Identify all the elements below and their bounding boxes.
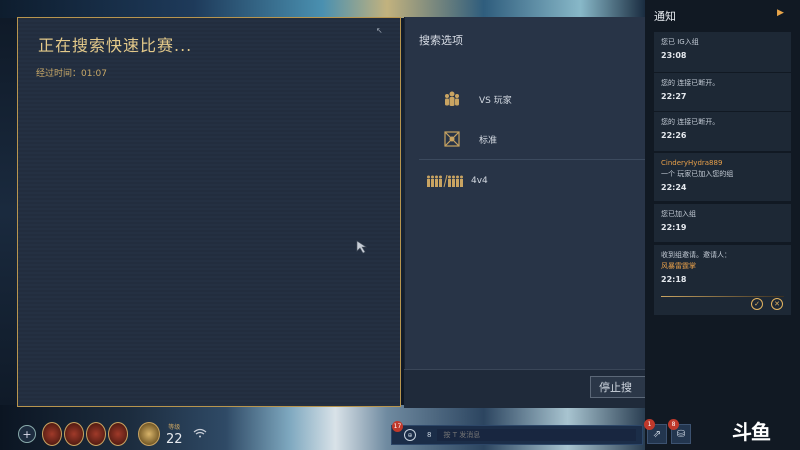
chat-icon: ⊕ (404, 429, 416, 441)
notification-header: 通知 (654, 10, 676, 23)
player-level: 等级 22 (166, 423, 183, 446)
notification-item[interactable]: CinderyHydra889 一个 玩家已加入您的组 22:24 (654, 153, 791, 201)
invite-timer-bar (661, 296, 784, 297)
option-team-size-label: 4v4 (471, 176, 488, 186)
option-mode[interactable]: 标准 (405, 125, 646, 153)
standard-mode-icon (437, 128, 467, 150)
party-member-emblem[interactable] (86, 422, 106, 446)
chest-icon: ⛁ (676, 428, 686, 440)
notification-time: 23:08 (661, 51, 687, 60)
notification-invite[interactable]: 收到组邀请。邀请人： 风暴雷霆掌 22:18 ✓ ✕ (654, 245, 791, 315)
option-opponent-label: VS 玩家 (479, 95, 512, 106)
notification-inviter: 风暴雷霆掌 (661, 262, 696, 270)
mouse-cursor-icon (356, 240, 367, 254)
notification-item[interactable]: 您已加入组 22:19 (654, 204, 791, 242)
notification-item[interactable]: 您已 IG入组 23:08 (654, 32, 791, 72)
map-background-left (0, 18, 18, 405)
level-label: 等级 (168, 423, 181, 431)
notification-text: 您已加入组 (661, 210, 696, 218)
cards-icon: ⇗ (652, 428, 662, 440)
tray-badge: 1 (644, 419, 655, 430)
notification-time: 22:27 (661, 92, 687, 101)
system-tray: 1 ⇗ 8 ⛁ (644, 419, 691, 444)
chat-channel-button[interactable]: 17 ⊕ (392, 421, 419, 442)
add-icon[interactable]: + (18, 425, 36, 443)
options-header: 搜索选项 (419, 34, 463, 47)
notification-time: 22:18 (661, 275, 687, 284)
chat-bar: 17 ⊕ 8 (391, 421, 643, 445)
notification-text: 您已 IG入组 (661, 38, 699, 46)
party-member-emblem[interactable] (108, 422, 128, 446)
notification-item[interactable]: 您的 连接已断开。 22:27 (654, 73, 791, 111)
douyu-watermark: 斗鱼 (732, 420, 771, 444)
notification-time: 22:26 (661, 131, 687, 140)
notification-text: 收到组邀请。邀请人： (661, 251, 731, 259)
notification-player-name: CinderyHydra889 (661, 159, 723, 167)
tray-badge: 8 (668, 419, 679, 430)
search-status-panel: 正在搜索快速比赛... 经过时间：01:07 ↖ (17, 17, 401, 407)
elapsed-time: 经过时间：01:07 (36, 69, 107, 79)
notification-time: 22:24 (661, 183, 687, 192)
notification-text: 一个 玩家已加入您的组 (661, 170, 734, 178)
players-icon (437, 88, 467, 110)
options-divider (419, 159, 646, 160)
stop-bar: 停止搜 (404, 369, 648, 408)
player-avatar[interactable] (138, 422, 160, 446)
option-opponent[interactable]: VS 玩家 (405, 85, 646, 113)
party-member-emblem[interactable] (64, 422, 84, 446)
notification-time: 22:19 (661, 223, 687, 232)
rewards-button[interactable]: 8 ⛁ (668, 419, 691, 444)
search-options-panel: 搜索选项 VS 玩家 标准 4v4 (404, 17, 646, 369)
chat-badge: 17 (392, 421, 403, 432)
stop-search-button[interactable]: 停止搜 (590, 376, 648, 398)
bottom-hud: + 等级 22 (18, 420, 207, 448)
option-team-size[interactable]: 4v4 (405, 167, 646, 195)
notification-panel: 通知 ▶ 您已 IG入组 23:08 您的 连接已断开。 22:27 您的 连接… (645, 0, 800, 450)
collapse-arrow-icon[interactable]: ▶ (777, 8, 784, 18)
chat-count: 8 (427, 431, 432, 439)
chat-input[interactable] (437, 429, 636, 441)
party-member-emblem[interactable] (42, 422, 62, 446)
level-number: 22 (166, 431, 183, 447)
map-background-top (0, 0, 645, 18)
option-mode-label: 标准 (479, 135, 498, 146)
search-title: 正在搜索快速比赛... (38, 36, 193, 55)
inventory-button[interactable]: 1 ⇗ (644, 419, 667, 444)
notification-item[interactable]: 您的 连接已断开。 22:26 (654, 112, 791, 151)
decline-icon[interactable]: ✕ (771, 298, 783, 310)
corner-mark-icon: ↖ (376, 26, 383, 35)
wifi-icon (193, 428, 207, 441)
team-size-icon (425, 170, 465, 192)
notification-text: 您的 连接已断开。 (661, 79, 720, 87)
notification-text: 您的 连接已断开。 (661, 118, 720, 126)
accept-icon[interactable]: ✓ (751, 298, 763, 310)
